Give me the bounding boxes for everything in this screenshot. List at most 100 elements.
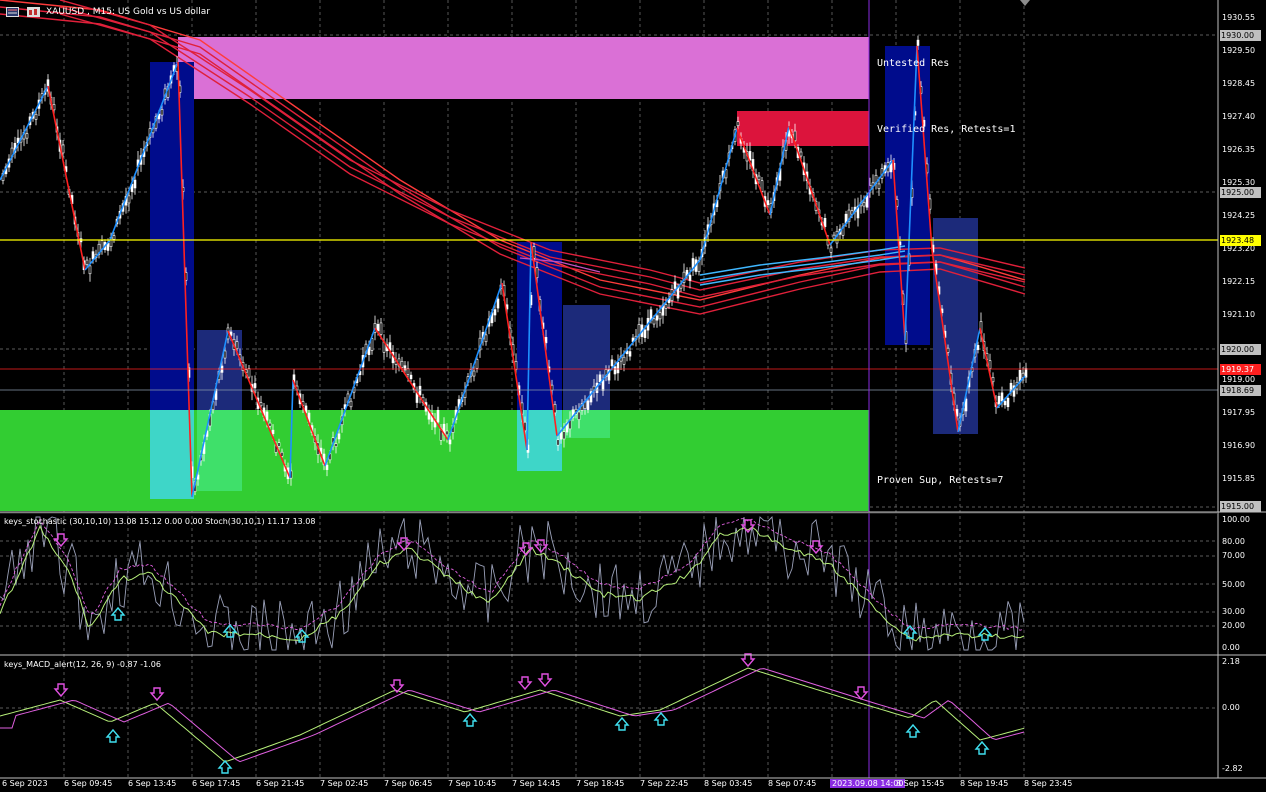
time-label: 7 Sep 18:45: [576, 779, 625, 788]
untested-resistance-label: Untested Res: [877, 58, 950, 69]
price-label: 1925.30: [1222, 178, 1256, 187]
candle-body: [658, 312, 662, 320]
stoch-level: 20.00: [1222, 621, 1245, 630]
candle-body: [736, 121, 740, 126]
candle-body: [127, 195, 131, 204]
candle-body: [586, 400, 590, 410]
level-tag-1915: 1915.00: [1220, 501, 1261, 512]
time-label: 7 Sep 02:45: [320, 779, 369, 788]
candle-body: [400, 360, 404, 368]
candle-body: [643, 329, 647, 338]
candle-body: [133, 179, 137, 189]
candle-body: [562, 431, 566, 440]
candle-body: [991, 377, 995, 383]
price-label: 1924.25: [1222, 211, 1256, 220]
zigzag-segment: [0, 85, 49, 181]
candle-body: [484, 334, 488, 343]
candle-body: [544, 337, 548, 344]
candle-body: [265, 411, 269, 421]
macd-level: 0.00: [1222, 703, 1240, 712]
price-label: 1915.85: [1222, 474, 1256, 483]
down-arrow-icon: [53, 683, 69, 698]
blue-box-5: [885, 46, 930, 345]
price-label: 1929.50: [1222, 46, 1256, 55]
down-arrow-icon: [740, 653, 756, 668]
candle-body: [766, 200, 770, 206]
candle-body: [406, 368, 410, 375]
candle-body: [259, 402, 263, 407]
zigzag-segment: [47, 85, 86, 271]
blue-box-1-lower: [150, 410, 194, 499]
price-label: 1928.45: [1222, 79, 1256, 88]
stoch-level: 100.00: [1222, 515, 1250, 524]
candle-body: [976, 345, 980, 350]
time-label: 7 Sep 06:45: [384, 779, 433, 788]
time-label: 6 Sep 21:45: [256, 779, 305, 788]
macd-level: 2.18: [1222, 657, 1240, 666]
candle-body: [862, 202, 866, 207]
up-arrow-icon: [974, 740, 990, 755]
candle-body: [337, 433, 341, 440]
time-label: 6 Sep 13:45: [128, 779, 177, 788]
candle-body: [613, 366, 617, 375]
candle-body: [277, 442, 281, 447]
candle-body: [475, 359, 479, 369]
level-tag-1930: 1930.00: [1220, 30, 1261, 41]
yellow-line-price-tag: 1923.48: [1220, 235, 1261, 246]
up-arrow-icon: [110, 606, 126, 621]
zigzag-segment: [84, 239, 111, 271]
time-label: 8 Sep 15:45: [896, 779, 945, 788]
price-label: 1926.35: [1222, 145, 1256, 154]
candle-body: [628, 351, 632, 357]
candle-body: [610, 359, 614, 367]
level-tag-1920: 1920.00: [1220, 344, 1261, 355]
candle-body: [25, 133, 29, 139]
time-label: 7 Sep 10:45: [448, 779, 497, 788]
macd-title: keys_MACD_alert(12, 26, 9) -0.87 -1.06: [4, 660, 161, 669]
price-label: 1927.40: [1222, 112, 1256, 121]
stoch-level: 80.00: [1222, 537, 1245, 546]
candle-body: [988, 360, 992, 369]
time-label: 8 Sep 19:45: [960, 779, 1009, 788]
candle-body: [997, 395, 1001, 405]
time-label: 7 Sep 14:45: [512, 779, 561, 788]
candle-body: [757, 175, 761, 181]
time-label: 8 Sep 07:45: [768, 779, 817, 788]
time-label: 7 Sep 22:45: [640, 779, 689, 788]
candle-body: [799, 151, 803, 157]
candle-body: [655, 315, 659, 321]
candle-body: [496, 298, 500, 309]
toolbar-icon[interactable]: [27, 7, 40, 17]
candle-body: [829, 247, 833, 253]
chart-window-icon[interactable]: [6, 7, 19, 17]
time-label: 8 Sep 03:45: [704, 779, 753, 788]
candle-body: [616, 361, 620, 374]
candle-body: [652, 318, 656, 325]
candle-body: [556, 439, 560, 446]
up-arrow-icon: [217, 759, 233, 774]
candle-body: [160, 109, 164, 116]
time-label: 6 Sep 09:45: [64, 779, 113, 788]
candle-body: [688, 274, 692, 281]
candle-body: [271, 429, 275, 434]
trading-chart[interactable]: [0, 0, 1266, 792]
crosshair-time-tag: 2023.09.08 14:00: [830, 779, 906, 788]
down-arrow-icon: [537, 673, 553, 688]
time-label: 8 Sep 23:45: [1024, 779, 1073, 788]
candle-body: [376, 324, 380, 332]
candle-body: [85, 259, 89, 265]
stoch-level: 30.00: [1222, 607, 1245, 616]
candle-body: [445, 430, 449, 436]
up-arrow-icon: [105, 728, 121, 743]
candle-body: [247, 368, 251, 378]
price-label: 1917.95: [1222, 408, 1256, 417]
candle-body: [34, 113, 38, 120]
candle-body: [235, 341, 239, 350]
candle-body: [1006, 397, 1010, 408]
candle-body: [577, 411, 581, 420]
verified-resistance-zone: [737, 111, 869, 146]
stoch-level: 0.00: [1222, 643, 1240, 652]
price-label: 1919.00: [1222, 375, 1256, 384]
candle-body: [409, 374, 413, 380]
sr-zones: [0, 37, 978, 511]
